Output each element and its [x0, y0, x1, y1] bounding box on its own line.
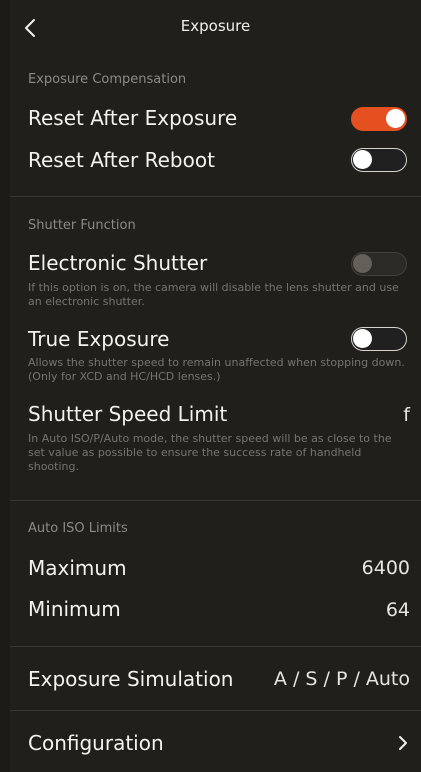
- true-exposure-label: True Exposure: [28, 327, 170, 351]
- shutter-speed-limit-description: In Auto ISO/P/Auto mode, the shutter spe…: [28, 432, 392, 473]
- toggle-knob: [353, 150, 372, 169]
- true-exposure-description: Allows the shutter speed to remain unaff…: [28, 356, 405, 383]
- exposure-simulation-label[interactable]: Exposure Simulation: [28, 667, 233, 691]
- divider: [10, 196, 421, 197]
- reset-after-exposure-label: Reset After Exposure: [28, 106, 238, 130]
- shutter-speed-limit-label[interactable]: Shutter Speed Limit: [28, 402, 227, 426]
- iso-maximum-label[interactable]: Maximum: [28, 556, 127, 580]
- reset-after-exposure-toggle[interactable]: [351, 107, 407, 131]
- toggle-knob: [353, 329, 372, 348]
- iso-maximum-value[interactable]: 6400: [362, 557, 410, 579]
- page-title: Exposure: [180, 17, 251, 35]
- exposure-simulation-value[interactable]: A / S / P / Auto: [274, 668, 410, 690]
- iso-minimum-value[interactable]: 64: [386, 599, 410, 621]
- toggle-knob: [353, 254, 372, 273]
- divider: [10, 710, 421, 711]
- toggle-knob: [386, 109, 405, 128]
- section-label-auto-iso-limits: Auto ISO Limits: [28, 521, 128, 536]
- section-label-shutter-function: Shutter Function: [28, 218, 136, 233]
- electronic-shutter-label: Electronic Shutter: [28, 251, 208, 275]
- divider: [10, 500, 421, 501]
- exposure-settings-screen: Exposure Exposure Compensation Reset Aft…: [10, 0, 421, 772]
- reset-after-reboot-toggle[interactable]: [351, 148, 407, 172]
- electronic-shutter-toggle[interactable]: [351, 252, 407, 276]
- electronic-shutter-description: If this option is on, the camera will di…: [28, 281, 399, 308]
- shutter-speed-limit-value[interactable]: f: [403, 404, 410, 426]
- iso-minimum-label[interactable]: Minimum: [28, 597, 121, 621]
- configuration-label[interactable]: Configuration: [28, 731, 164, 755]
- section-label-exposure-compensation: Exposure Compensation: [28, 72, 187, 87]
- reset-after-reboot-label: Reset After Reboot: [28, 148, 215, 172]
- chevron-right-icon[interactable]: [396, 733, 410, 753]
- divider: [10, 646, 421, 647]
- header: Exposure: [10, 0, 421, 58]
- true-exposure-toggle[interactable]: [351, 327, 407, 351]
